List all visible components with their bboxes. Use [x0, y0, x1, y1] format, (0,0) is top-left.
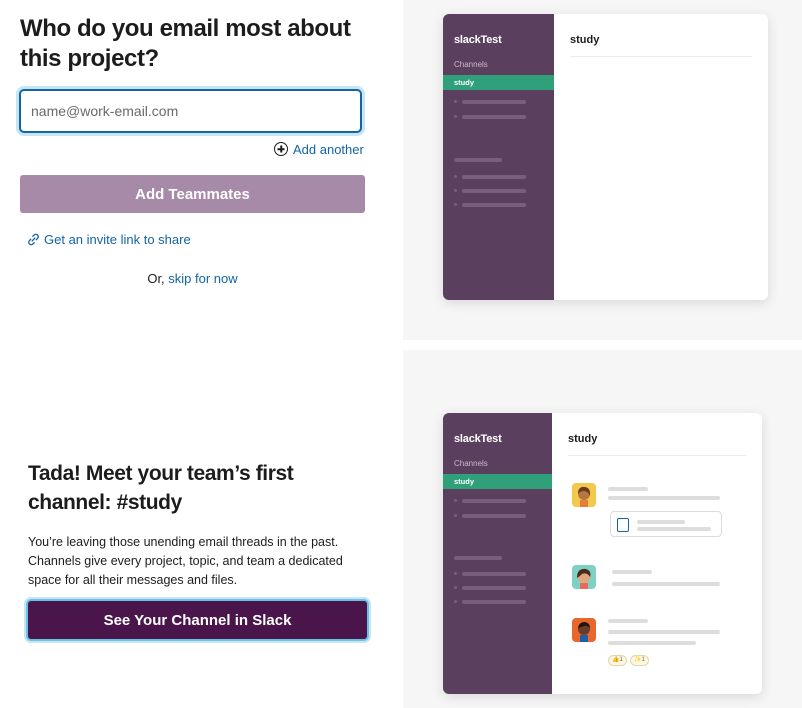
placeholder-bar: [454, 158, 502, 162]
email-input[interactable]: [19, 89, 362, 133]
message-line: [608, 641, 696, 645]
message-line: [608, 487, 648, 491]
add-teammates-button[interactable]: Add Teammates: [20, 175, 365, 213]
workspace-name: slackTest: [454, 34, 502, 46]
active-channel: study: [443, 75, 554, 90]
message-line: [608, 619, 648, 623]
skip-prefix: Or,: [147, 271, 165, 286]
message-line: [637, 527, 711, 531]
message-line: [637, 520, 685, 524]
tada-body: You’re leaving those unending email thre…: [28, 535, 343, 587]
placeholder-bar: [462, 115, 526, 119]
invite-link[interactable]: Get an invite link to share: [26, 229, 191, 249]
placeholder-dot: [454, 100, 457, 103]
avatar: [572, 618, 596, 642]
placeholder-dot: [454, 499, 457, 502]
channels-label: Channels: [454, 60, 488, 69]
message-line: [612, 582, 720, 586]
preview-main: study: [552, 413, 762, 694]
person-icon: [577, 568, 591, 589]
workspace-name: slackTest: [454, 433, 502, 445]
slack-preview-bottom: slackTest Channels study study 👍1 ✨1: [443, 413, 762, 694]
avatar: [572, 565, 596, 589]
placeholder-dot: [454, 586, 457, 589]
placeholder-bar: [462, 100, 526, 104]
message-line: [608, 496, 720, 500]
add-another-link[interactable]: Add another: [274, 139, 364, 159]
add-another-label: Add another: [293, 141, 364, 157]
file-attachment: [610, 511, 722, 537]
placeholder-dot: [454, 203, 457, 206]
avatar: [572, 483, 596, 507]
slack-preview-top: slackTest Channels study study: [443, 14, 768, 300]
plus-circle-icon: [274, 142, 288, 156]
placeholder-bar: [462, 514, 526, 518]
invite-link-label: Get an invite link to share: [44, 231, 191, 247]
placeholder-bar: [462, 175, 526, 179]
channels-label: Channels: [454, 459, 488, 468]
file-icon: [617, 518, 629, 532]
tada-heading: Tada! Meet your team’s first channel: #s…: [28, 462, 294, 514]
divider: [568, 455, 746, 456]
channel-title: study: [568, 433, 598, 445]
person-icon: [578, 622, 590, 642]
reaction-thumbs-up: 👍1: [608, 655, 627, 666]
placeholder-dot: [454, 600, 457, 603]
placeholder-bar: [462, 189, 526, 193]
placeholder-dot: [454, 115, 457, 118]
message-line: [612, 570, 652, 574]
active-channel: study: [443, 474, 552, 489]
see-channel-button[interactable]: See Your Channel in Slack: [26, 599, 369, 641]
skip-link[interactable]: skip for now: [168, 271, 237, 286]
placeholder-dot: [454, 572, 457, 575]
placeholder-dot: [454, 189, 457, 192]
invite-heading: Who do you email most about this project…: [20, 15, 351, 72]
placeholder-bar: [462, 499, 526, 503]
placeholder-bar: [462, 572, 526, 576]
placeholder-bar: [462, 600, 526, 604]
placeholder-dot: [454, 175, 457, 178]
link-icon: [28, 233, 39, 245]
reaction-sparkles: ✨1: [630, 655, 649, 666]
placeholder-dot: [454, 514, 457, 517]
preview-sidebar: slackTest Channels study: [443, 413, 552, 694]
person-icon: [578, 486, 591, 507]
preview-sidebar: slackTest Channels study: [443, 14, 554, 300]
preview-main: study: [554, 14, 768, 300]
placeholder-bar: [462, 203, 526, 207]
message-line: [608, 630, 720, 634]
skip-line: Or, skip for now: [20, 271, 365, 286]
divider: [570, 56, 752, 57]
placeholder-bar: [454, 556, 502, 560]
placeholder-bar: [462, 586, 526, 590]
channel-title: study: [570, 34, 600, 46]
